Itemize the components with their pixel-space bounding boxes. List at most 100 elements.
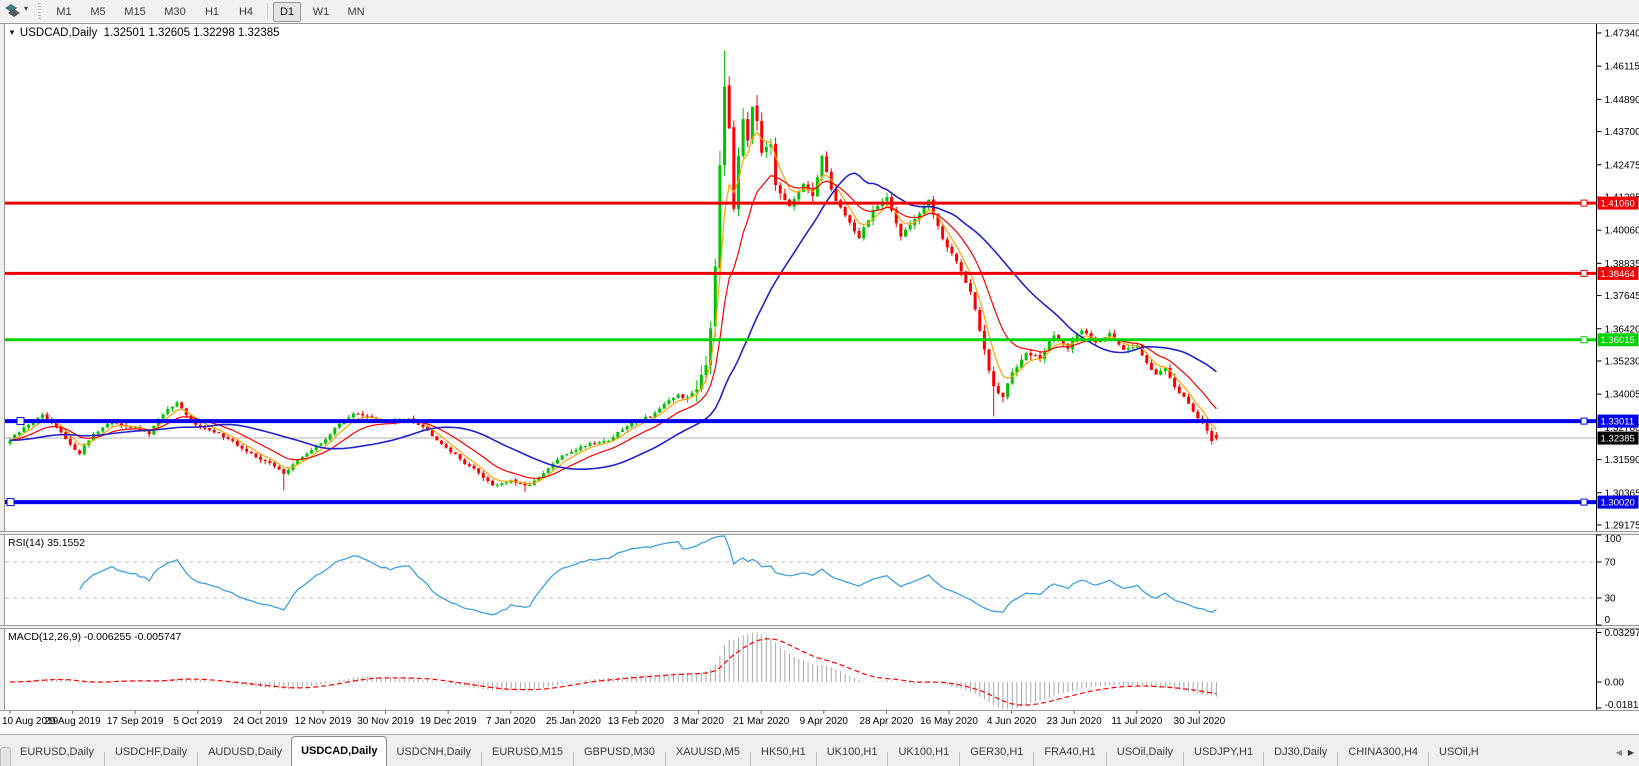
tab-separator [1428, 751, 1430, 766]
current-price-label: 1.32385 [1601, 434, 1635, 445]
chart-window: 1.473401.461151.448901.437001.424751.412… [0, 23, 1639, 734]
hline-price-label: 1.41060 [1601, 199, 1635, 210]
tab-USDJPY-H1[interactable]: USDJPY,H1 [1185, 737, 1262, 766]
tab-separator [103, 751, 105, 766]
price-tick-label: 1.46115 [1605, 62, 1639, 73]
tab-FRA40-H1[interactable]: FRA40,H1 [1035, 737, 1104, 766]
date-label: 30 Jul 2020 [1174, 716, 1226, 727]
toolbar-separator [267, 3, 268, 19]
rsi-tick-label: 100 [1605, 534, 1622, 545]
tab-UK100-H1[interactable]: UK100,H1 [818, 737, 887, 766]
tab-separator [887, 751, 889, 766]
window-left-border [0, 23, 4, 710]
price-tick-label: 1.40060 [1605, 226, 1639, 237]
tab-EURUSD-Daily[interactable]: EURUSD,Daily [11, 737, 103, 766]
macd-indicator-label: MACD(12,26,9) -0.006255 -0.005747 [8, 631, 181, 643]
tab-separator [664, 751, 666, 766]
macd-values: -0.006255 -0.005747 [83, 631, 182, 643]
tab-AUDUSD-Daily[interactable]: AUDUSD,Daily [199, 737, 291, 766]
chart-symbol-label: USDCAD,Daily [19, 27, 98, 39]
macd-tick-label: -0.01815 [1605, 700, 1639, 711]
date-label: 29 Aug 2019 [45, 716, 102, 727]
date-label: 9 Apr 2020 [800, 716, 849, 727]
hline-handle[interactable] [16, 417, 25, 426]
tabs-scroll-left-icon[interactable]: ◀ [1616, 748, 1622, 757]
tabs-scroll-right-icon[interactable]: ▶ [1628, 748, 1634, 757]
macd-tick-label: 0.00 [1605, 678, 1625, 689]
tab-stub[interactable] [0, 747, 11, 766]
date-label: 23 Jun 2020 [1047, 716, 1102, 727]
tab-GER30-H1[interactable]: GER30,H1 [961, 737, 1032, 766]
rsi-indicator-label: RSI(14) 35.1552 [8, 537, 85, 549]
date-label: 13 Feb 2020 [608, 716, 665, 727]
price-tick-label: 1.35230 [1605, 356, 1639, 367]
chart-type-dropdown-icon[interactable]: ▾ [24, 4, 28, 13]
timeframe-H4[interactable]: H4 [232, 2, 260, 22]
date-label: 24 Oct 2019 [233, 716, 288, 727]
tab-UK100-H1[interactable]: UK100,H1 [889, 737, 958, 766]
price-tick-label: 1.42475 [1605, 160, 1639, 171]
hline-price-label: 1.36015 [1601, 335, 1635, 346]
timeframe-toolbar: ▾ M1 M5 M15 M30 H1 H4 D1 W1 MN [0, 0, 1639, 24]
tab-GBPUSD-M30[interactable]: GBPUSD,M30 [575, 737, 664, 766]
price-tick-label: 1.47340 [1605, 29, 1639, 40]
date-label: 4 Jun 2020 [987, 716, 1037, 727]
timeframe-M5[interactable]: M5 [84, 2, 112, 22]
chart-type-icon[interactable] [4, 3, 21, 19]
chart-tabs-bar: EURUSD,Daily USDCHF,Daily AUDUSD,Daily USDC… [0, 734, 1639, 766]
toolbar-grip[interactable] [38, 3, 41, 20]
hline-price-label: 1.30020 [1601, 498, 1635, 509]
tab-USDCNH-Daily[interactable]: USDCNH,Daily [387, 737, 480, 766]
tab-separator [481, 751, 483, 766]
hline-handle[interactable] [1580, 269, 1588, 277]
tab-separator [1033, 751, 1035, 766]
price-tick-label: 1.44890 [1605, 95, 1639, 106]
symbol-dropdown-icon[interactable]: ▼ [8, 28, 16, 37]
tab-USDCHF-Daily[interactable]: USDCHF,Daily [106, 737, 196, 766]
timeframe-M15[interactable]: M15 [118, 2, 152, 22]
price-tick-label: 1.34005 [1605, 390, 1639, 401]
rsi-tick-label: 70 [1605, 558, 1617, 569]
date-label: 30 Nov 2019 [357, 716, 414, 727]
tab-XAUUSD-M5[interactable]: XAUUSD,M5 [667, 737, 749, 766]
date-label: 21 Mar 2020 [733, 716, 790, 727]
mt4-terminal: ▾ M1 M5 M15 M30 H1 H4 D1 W1 MN 1.47340 1.46115 1.4… [0, 0, 1639, 766]
tab-CHINA300-H4[interactable]: CHINA300,H4 [1339, 737, 1427, 766]
date-label: 28 Apr 2020 [859, 716, 913, 727]
tab-separator [1183, 751, 1185, 766]
hline-handle[interactable] [1580, 336, 1588, 344]
timeframe-D1[interactable]: D1 [273, 2, 301, 22]
tab-HK50-H1[interactable]: HK50,H1 [752, 737, 815, 766]
tab-USDCAD-Daily[interactable]: USDCAD,Daily [291, 736, 388, 766]
hline-handle[interactable] [6, 498, 15, 507]
timeframe-H1[interactable]: H1 [198, 2, 226, 22]
timeframe-M30[interactable]: M30 [158, 2, 192, 22]
price-tick-label: 1.37645 [1605, 291, 1639, 302]
date-label: 16 May 2020 [920, 716, 978, 727]
rsi-tick-label: 30 [1605, 594, 1617, 605]
date-label: 7 Jan 2020 [486, 716, 536, 727]
tab-separator [959, 751, 961, 766]
hline-price-label: 1.38464 [1601, 269, 1635, 280]
timeframe-MN[interactable]: MN [341, 2, 371, 22]
timeframe-M1[interactable]: M1 [50, 2, 78, 22]
hline-handle[interactable] [1580, 199, 1588, 207]
tab-DJ30-Daily[interactable]: DJ30,Daily [1265, 737, 1336, 766]
tab-EURUSD-M15[interactable]: EURUSD,M15 [483, 737, 572, 766]
chart-canvas[interactable]: 1.473401.461151.448901.437001.424751.412… [0, 23, 1639, 734]
tab-USOil-Daily[interactable]: USOil,Daily [1108, 737, 1182, 766]
hline-handle[interactable] [1580, 498, 1588, 506]
macd-tick-label: 0.032972 [1605, 628, 1639, 639]
tab-separator [197, 751, 199, 766]
date-label: 19 Dec 2019 [420, 716, 477, 727]
hline-handle[interactable] [1580, 417, 1588, 425]
tab-separator [1337, 751, 1339, 766]
rsi-value: 35.1552 [47, 537, 86, 549]
date-label: 25 Jan 2020 [546, 716, 601, 727]
timeframe-W1[interactable]: W1 [307, 2, 335, 22]
hline-price-label: 1.33011 [1601, 417, 1635, 428]
tab-separator [815, 751, 817, 766]
date-label: 3 Mar 2020 [673, 716, 724, 727]
tab-USOil-H[interactable]: USOil,H [1430, 737, 1488, 766]
tab-separator [1105, 751, 1107, 766]
